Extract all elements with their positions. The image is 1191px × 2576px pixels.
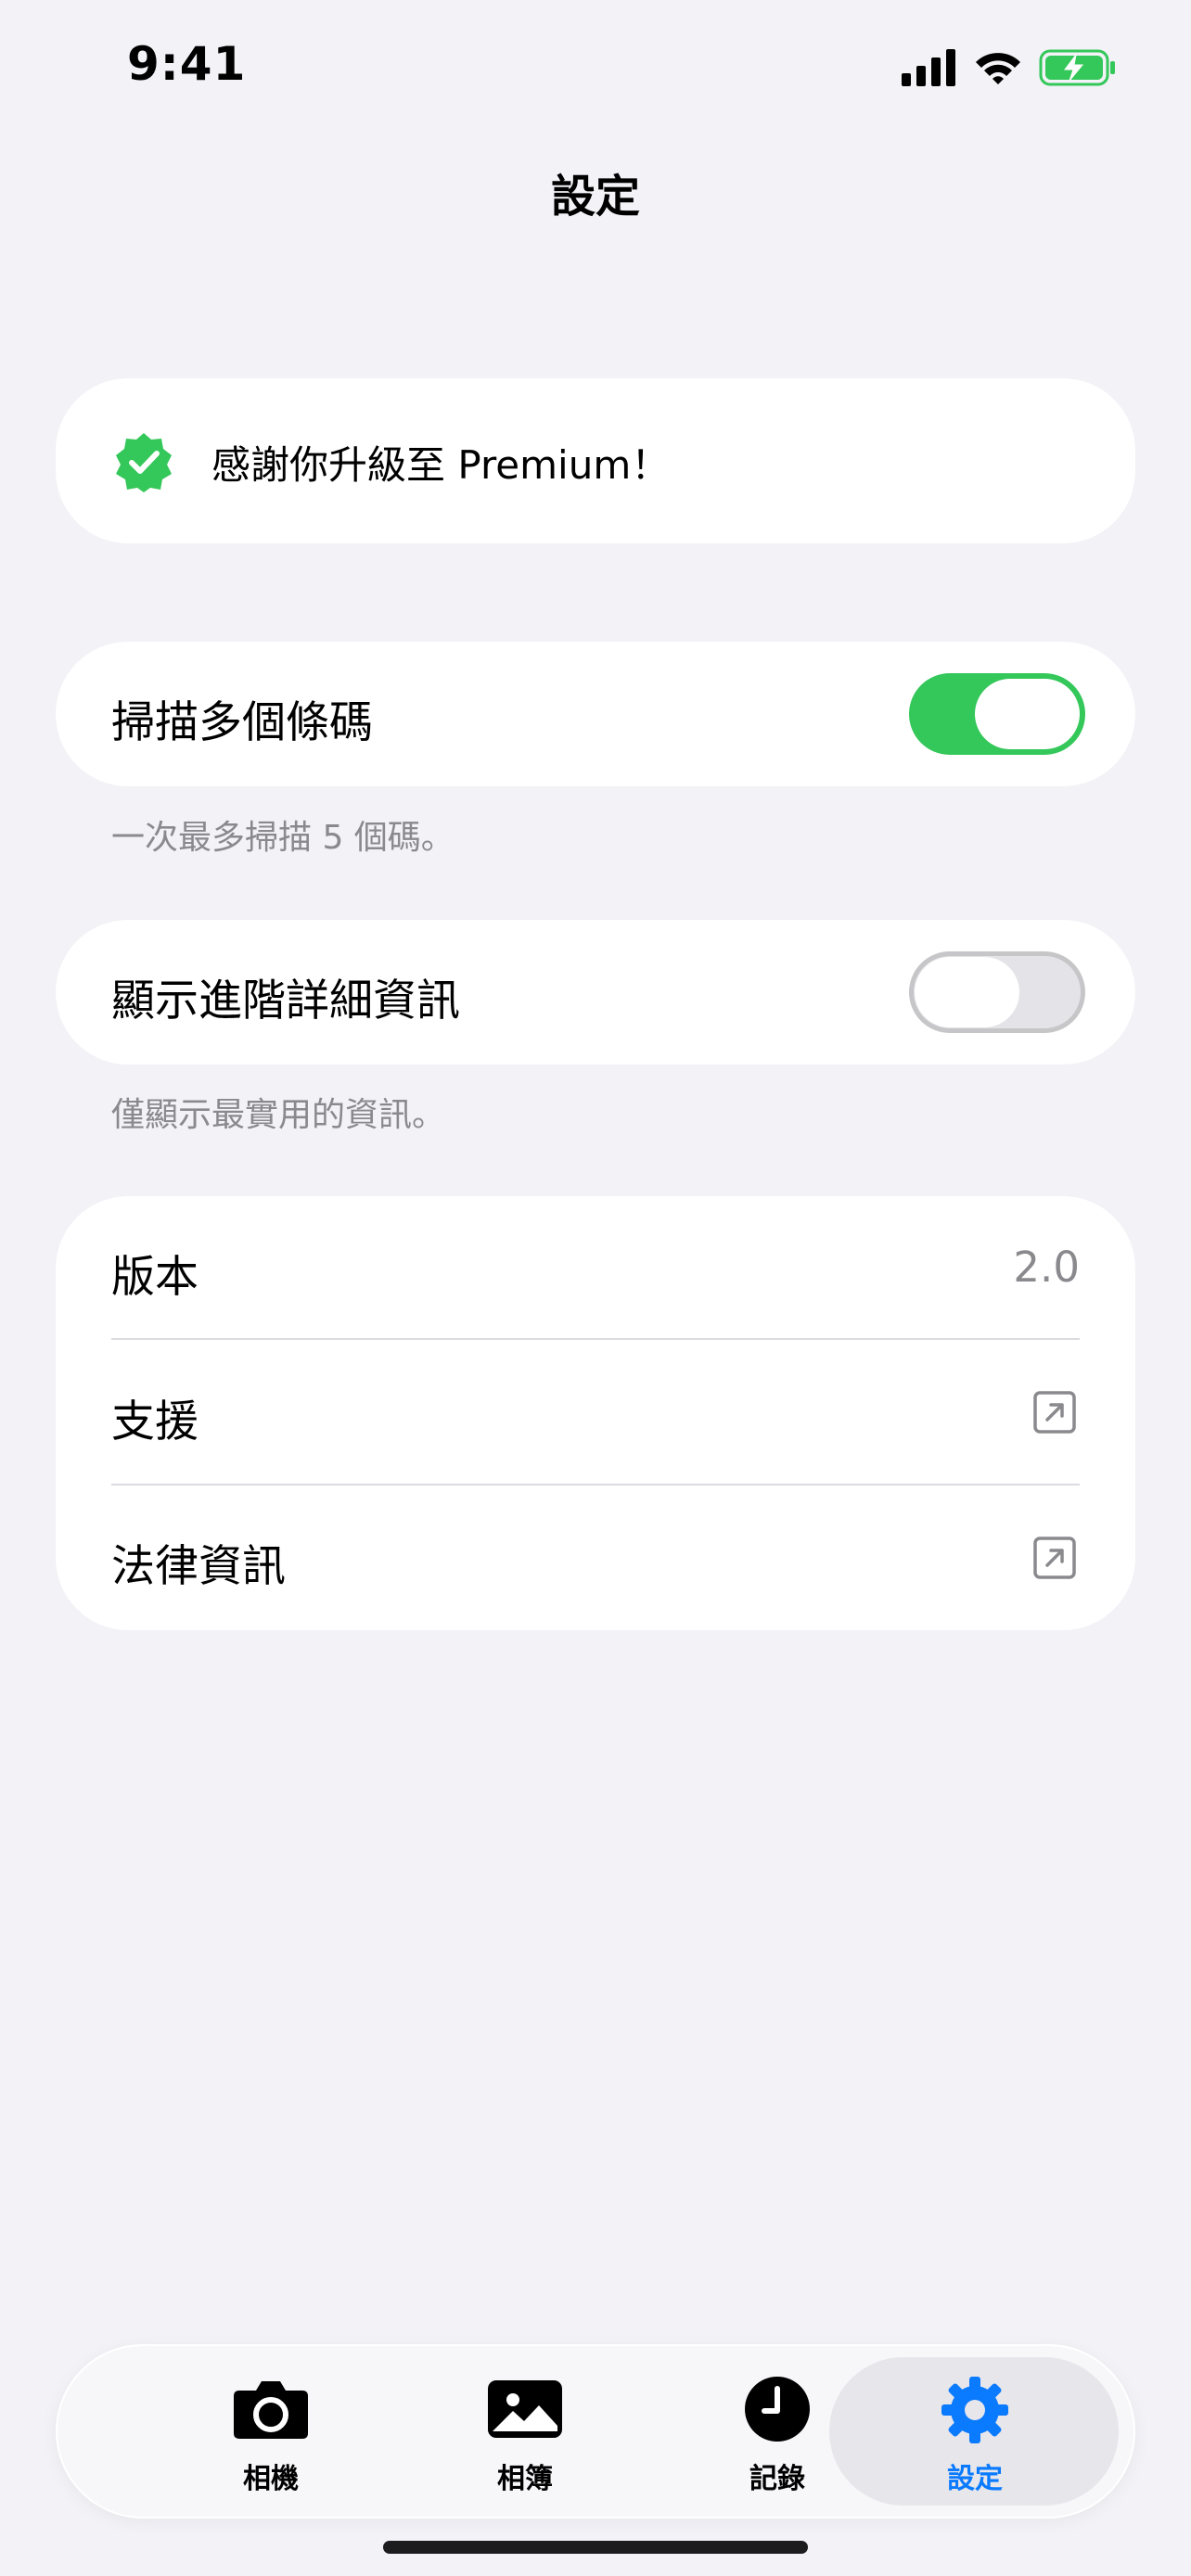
status-icons: [902, 45, 1117, 91]
scan-multiple-row: 掃描多個條碼: [56, 642, 1135, 786]
clock-icon: [745, 2377, 810, 2442]
status-time: 9:41: [127, 37, 247, 91]
scan-multiple-toggle[interactable]: [909, 673, 1085, 755]
toggle-knob: [915, 957, 1019, 1027]
info-group: 版本 2.0 支援 法律資訊: [56, 1196, 1135, 1630]
premium-card: 感謝你升級至 Premium！: [56, 378, 1135, 543]
tab-label: 相簿: [497, 2463, 553, 2495]
version-label: 版本: [111, 1252, 198, 1303]
tab-album[interactable]: 相簿: [399, 2346, 651, 2517]
tab-camera[interactable]: 相機: [145, 2346, 397, 2517]
verified-badge-icon: [116, 433, 172, 492]
version-value: 2.0: [1013, 1243, 1080, 1292]
scan-multiple-footnote: 一次最多掃描 5 個碼。: [111, 819, 455, 857]
tab-settings[interactable]: 設定: [829, 2346, 1119, 2517]
tab-bar: 相機 相簿 記錄 設定: [58, 2346, 1133, 2517]
advanced-details-footnote: 僅顯示最實用的資訊。: [111, 1096, 446, 1134]
gear-icon: [941, 2377, 1008, 2443]
toggle-knob: [975, 679, 1080, 749]
photo-icon: [488, 2380, 562, 2438]
tab-label: 相機: [243, 2463, 299, 2495]
status-bar: 9:41: [0, 0, 1191, 139]
premium-thanks-text: 感謝你升級至 Premium！: [211, 442, 671, 488]
version-row: 版本 2.0: [56, 1196, 1135, 1339]
battery-charging-icon: [1039, 49, 1115, 86]
support-row[interactable]: 支援: [56, 1341, 1135, 1484]
legal-row[interactable]: 法律資訊: [56, 1486, 1135, 1630]
home-indicator: [383, 2541, 808, 2554]
external-link-icon: [1033, 1391, 1076, 1434]
row-divider: [111, 1338, 1080, 1340]
scan-multiple-label: 掃描多個條碼: [111, 697, 373, 748]
page-title: 設定: [550, 171, 640, 223]
tab-label: 設定: [947, 2463, 1003, 2495]
legal-label: 法律資訊: [111, 1541, 286, 1592]
support-label: 支援: [111, 1396, 198, 1447]
advanced-details-label: 顯示進階詳細資訊: [111, 976, 460, 1027]
camera-icon: [234, 2381, 308, 2439]
advanced-details-row: 顯示進階詳細資訊: [56, 920, 1135, 1065]
external-link-icon: [1033, 1537, 1076, 1579]
advanced-details-toggle[interactable]: [909, 951, 1085, 1033]
cellular-signal-icon: [902, 49, 955, 86]
wifi-icon: [976, 53, 1020, 84]
